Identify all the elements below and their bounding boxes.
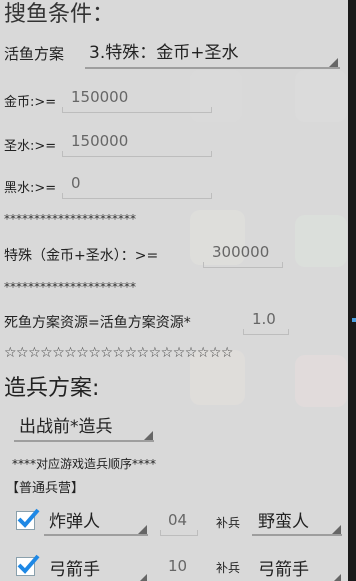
gold-input[interactable]: 150000: [71, 88, 128, 106]
fill-unit-spinner[interactable]: 弓箭手: [252, 552, 344, 581]
spinner-underline: [85, 67, 340, 69]
troop-unit-spinner[interactable]: 炸弹人: [44, 503, 150, 539]
troop-unit-selected: 弓箭手: [49, 560, 100, 580]
live-fish-spinner[interactable]: 3.特殊：金币+圣水: [85, 34, 343, 72]
live-fish-selected: 3.特殊：金币+圣水: [89, 43, 239, 63]
troop-count-input[interactable]: 04: [168, 511, 187, 529]
train-order-note: ****对应游戏造兵顺序****: [12, 457, 157, 471]
chevron-down-icon: [144, 431, 153, 440]
separator-line: **********************: [4, 280, 136, 294]
spinner-underline: [252, 534, 342, 536]
gold-input-underline: [62, 107, 212, 113]
elixir-input-underline: [62, 151, 212, 157]
separator-line: **********************: [4, 212, 136, 226]
chevron-down-icon: [138, 574, 147, 581]
fill-label: 补兵: [216, 561, 241, 575]
star-divider: ☆☆☆☆☆☆☆☆☆☆☆☆☆☆☆☆☆☆☆: [4, 345, 233, 361]
dead-fish-input-underline: [243, 329, 289, 335]
special-label: 特殊（金币+圣水）：>=: [4, 248, 159, 264]
fill-label: 补兵: [216, 516, 241, 530]
troop-row-checkbox[interactable]: [16, 508, 40, 530]
dark-elixir-input[interactable]: 0: [71, 174, 81, 192]
troop-mode-spinner[interactable]: 出战前*造兵: [14, 408, 156, 444]
spinner-underline: [14, 440, 154, 442]
dark-elixir-label: 黑水:>=: [4, 181, 57, 196]
elixir-label: 圣水:>=: [4, 139, 57, 154]
special-input-underline: [203, 262, 283, 268]
chevron-down-icon: [332, 525, 341, 534]
troop-count-underline: [160, 530, 198, 536]
dark-elixir-input-underline: [62, 193, 212, 199]
fill-unit-spinner[interactable]: 野蛮人: [252, 503, 344, 539]
scroll-indicator: [352, 318, 356, 322]
chevron-down-icon: [138, 525, 147, 534]
live-fish-label: 活鱼方案: [4, 45, 65, 63]
dead-fish-label: 死鱼方案资源=活鱼方案资源*: [4, 315, 191, 331]
search-conditions-title: 搜鱼条件：: [4, 2, 115, 27]
troop-unit-selected: 炸弹人: [49, 512, 100, 532]
troop-unit-spinner[interactable]: 弓箭手: [44, 552, 150, 581]
troop-mode-selected: 出战前*造兵: [19, 417, 113, 437]
fill-unit-selected: 野蛮人: [258, 512, 309, 532]
troop-row-checkbox[interactable]: [16, 554, 40, 576]
settings-panel: 搜鱼条件： 活鱼方案 3.特殊：金币+圣水 金币:>= 150000 圣水:>=…: [0, 0, 348, 581]
gold-label: 金币:>=: [4, 95, 57, 110]
barracks-label: 【普通兵营】: [6, 481, 85, 496]
elixir-input[interactable]: 150000: [71, 132, 128, 150]
troop-plan-title: 造兵方案:: [4, 376, 100, 401]
troop-count-input[interactable]: 10: [168, 557, 187, 575]
special-input[interactable]: 300000: [212, 243, 269, 261]
spinner-underline: [44, 534, 148, 536]
dead-fish-multiplier-input[interactable]: 1.0: [252, 310, 276, 328]
fill-unit-selected: 弓箭手: [258, 560, 309, 580]
chevron-down-icon: [332, 574, 341, 581]
chevron-down-icon: [329, 58, 338, 67]
check-icon: [17, 508, 40, 528]
check-icon: [17, 554, 40, 574]
